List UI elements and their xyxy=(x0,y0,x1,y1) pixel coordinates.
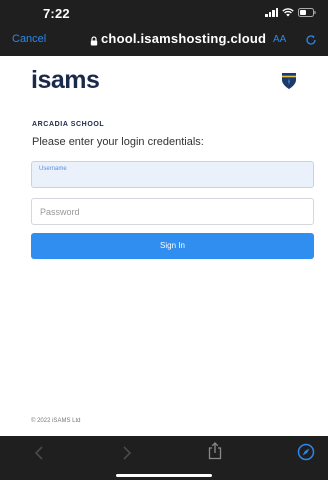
login-prompt: Please enter your login credentials: xyxy=(32,136,204,148)
copyright-text: © 2022 iSAMS Ltd xyxy=(31,418,81,424)
browser-top-bar: 7:22 Cancel chool.isamshosting.cloud AA xyxy=(0,0,328,56)
sign-in-button[interactable]: Sign In xyxy=(31,233,314,259)
back-icon[interactable] xyxy=(34,446,44,465)
cancel-button[interactable]: Cancel xyxy=(12,33,46,45)
isams-logo: isams xyxy=(31,66,100,94)
signal-icon xyxy=(265,8,278,17)
forward-icon[interactable] xyxy=(122,446,132,465)
login-page: isams ARCADIA SCHOOL Please enter your l… xyxy=(0,56,328,436)
password-placeholder: Password xyxy=(40,207,80,217)
username-label: Username xyxy=(39,166,67,172)
share-icon[interactable] xyxy=(207,442,223,465)
wifi-icon xyxy=(282,8,294,17)
username-field[interactable]: Username xyxy=(31,161,314,188)
text-size-button[interactable]: AA xyxy=(273,34,286,45)
address-bar: Cancel chool.isamshosting.cloud AA xyxy=(0,28,328,52)
school-name: ARCADIA SCHOOL xyxy=(32,121,105,128)
reload-icon[interactable] xyxy=(305,33,317,51)
lock-icon xyxy=(90,33,98,51)
password-field[interactable]: Password xyxy=(31,198,314,225)
url-text[interactable]: chool.isamshosting.cloud xyxy=(101,31,266,46)
status-time: 7:22 xyxy=(43,6,70,21)
compass-icon[interactable] xyxy=(297,443,315,466)
school-crest-icon xyxy=(281,72,297,95)
status-icons xyxy=(265,8,316,17)
browser-toolbar xyxy=(0,436,328,480)
battery-icon xyxy=(298,8,316,17)
home-indicator xyxy=(116,474,212,477)
